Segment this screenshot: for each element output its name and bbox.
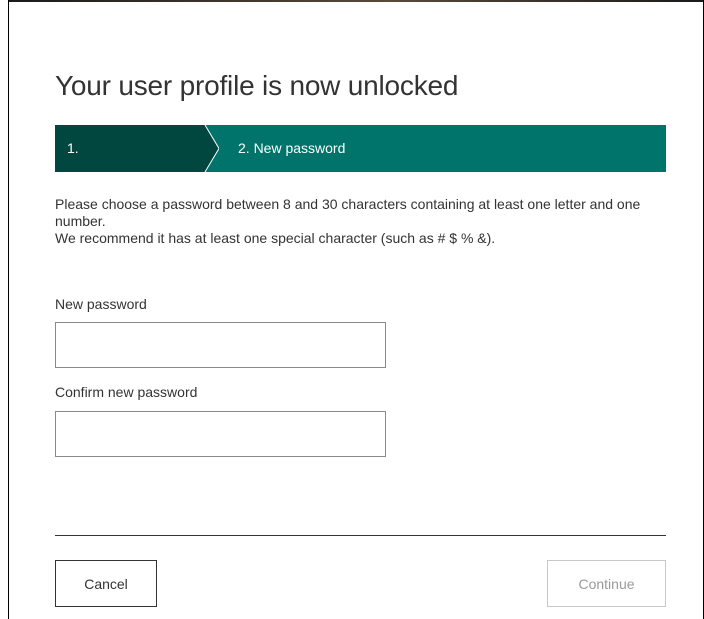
footer-divider bbox=[55, 535, 666, 536]
new-password-input[interactable] bbox=[55, 322, 386, 368]
instruction-requirements: Please choose a password between 8 and 3… bbox=[55, 196, 641, 229]
password-instructions: Please choose a password between 8 and 3… bbox=[55, 196, 675, 247]
window-top-edge bbox=[8, 0, 704, 2]
step-1: 1. bbox=[55, 125, 205, 172]
progress-stepper: 1. 2. New password bbox=[55, 125, 666, 172]
confirm-password-label: Confirm new password bbox=[55, 384, 198, 400]
page-title: Your user profile is now unlocked bbox=[55, 70, 459, 101]
new-password-label: New password bbox=[55, 296, 147, 312]
continue-button[interactable]: Continue bbox=[547, 560, 666, 607]
instruction-recommendation: We recommend it has at least one special… bbox=[55, 230, 496, 246]
step-chevron-icon bbox=[201, 125, 219, 172]
cancel-button[interactable]: Cancel bbox=[55, 560, 157, 607]
step-2-label: 2. New password bbox=[238, 140, 346, 156]
confirm-password-input[interactable] bbox=[55, 411, 386, 457]
unlock-profile-page: Your user profile is now unlocked 1. 2. … bbox=[0, 0, 704, 619]
step-1-label: 1. bbox=[67, 140, 79, 156]
window-left-edge bbox=[8, 0, 9, 619]
